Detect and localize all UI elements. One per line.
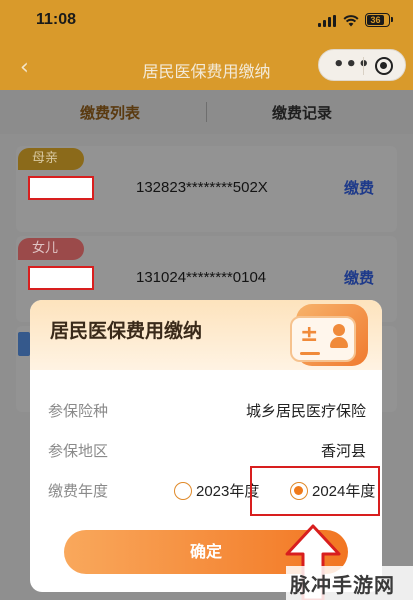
more-menu-icon[interactable]: ••• xyxy=(333,54,371,75)
field-label: 缴费年度 xyxy=(48,482,109,500)
status-time: 11:08 xyxy=(36,11,77,28)
navigation-bar: ‹ 居民医保费用缴纳 ••• xyxy=(0,44,413,90)
tab-bar: 缴费列表 缴费记录 xyxy=(0,90,413,134)
radio-unchecked-icon[interactable] xyxy=(174,482,192,500)
annotation-highlight-box xyxy=(250,466,380,516)
relation-tag: 母亲 xyxy=(18,148,84,170)
miniprogram-capsule: ••• xyxy=(318,49,406,81)
pay-button[interactable]: 缴费 xyxy=(344,267,374,288)
battery-icon: 36 xyxy=(365,13,393,27)
field-value: 城乡居民医疗保险 xyxy=(245,402,366,420)
list-item: 母亲 132823********502X 缴费 xyxy=(16,146,397,232)
battery-level: 36 xyxy=(367,15,384,25)
watermark-text: 脉冲手游网 xyxy=(290,573,395,597)
relation-tag xyxy=(18,332,30,356)
insurance-card-icon: ± xyxy=(286,304,368,368)
close-miniprogram-icon[interactable] xyxy=(375,57,393,75)
field-label: 参保险种 xyxy=(48,402,109,420)
dialog-header: 居民医保费用缴纳 ± xyxy=(30,300,382,370)
capsule-divider xyxy=(363,57,364,75)
redacted-name xyxy=(28,176,94,200)
pay-button[interactable]: 缴费 xyxy=(344,177,374,198)
status-bar: 11:08 36 xyxy=(0,0,413,44)
relation-tag: 女儿 xyxy=(18,238,84,260)
watermark: 脉冲手游网 xyxy=(286,566,413,600)
insurance-region-row: 参保地区 香河县 xyxy=(48,436,366,466)
redacted-name xyxy=(28,266,94,290)
id-number: 132823********502X xyxy=(136,179,268,196)
tab-payment-list[interactable]: 缴费列表 xyxy=(80,102,140,123)
dialog-title: 居民医保费用缴纳 xyxy=(50,320,203,342)
id-number: 131024********0104 xyxy=(136,269,267,286)
tab-payment-records[interactable]: 缴费记录 xyxy=(272,102,332,123)
insurance-type-row: 参保险种 城乡居民医疗保险 xyxy=(48,396,366,426)
signal-icon xyxy=(318,15,336,27)
field-value: 香河县 xyxy=(320,442,366,460)
tab-divider xyxy=(206,102,207,122)
field-label: 参保地区 xyxy=(48,442,109,460)
wifi-icon xyxy=(343,15,359,27)
